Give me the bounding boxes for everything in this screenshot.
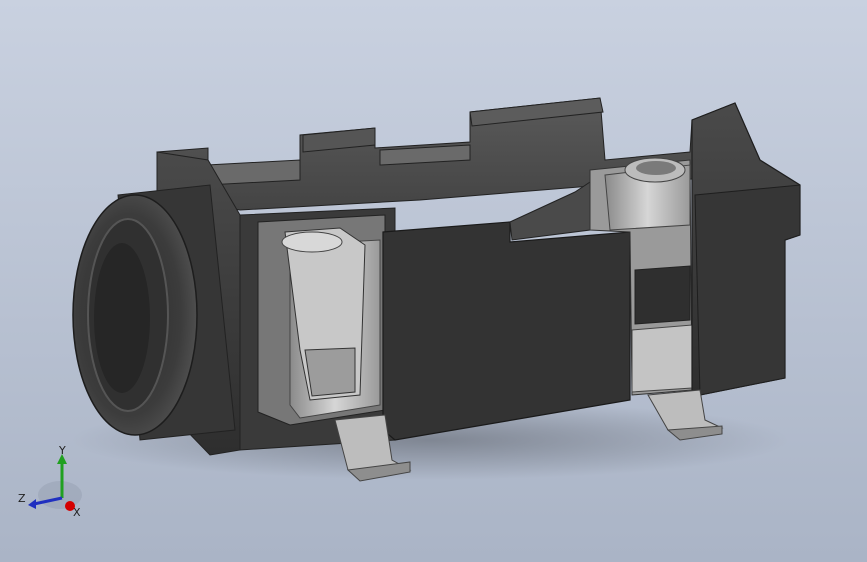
y-axis-label: Y [58,444,66,457]
orientation-triad: Y Z X [18,444,82,519]
jack-socket-ring [72,184,236,441]
z-axis-label: Z [18,492,26,505]
audio-jack-model[interactable] [0,0,867,562]
3d-viewport[interactable]: Y Z X [0,0,867,562]
x-axis-label: X [73,506,81,519]
left-contact-window [257,214,386,426]
right-end-face [694,184,801,396]
z-axis-arrowhead [28,499,36,509]
